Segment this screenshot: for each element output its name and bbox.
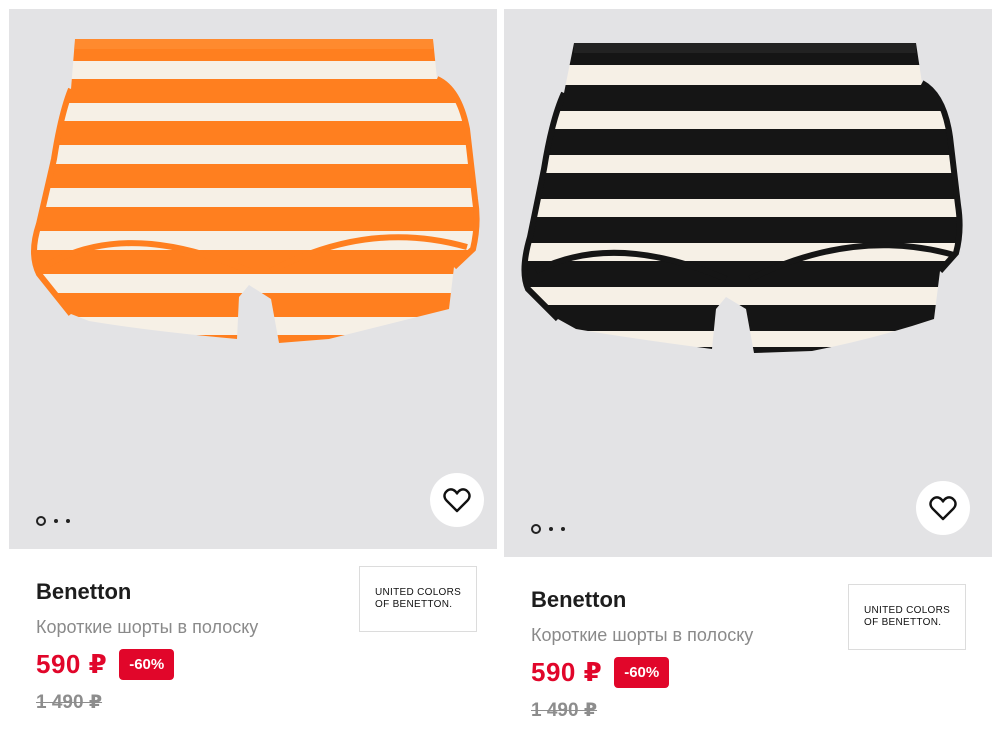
heart-outline-icon — [929, 496, 957, 521]
carousel-dots[interactable] — [531, 524, 565, 534]
brand-name[interactable]: Benetton — [36, 579, 131, 605]
old-price: 1 490 ₽ — [531, 700, 598, 721]
carousel-dots[interactable] — [36, 516, 70, 526]
carousel-dot[interactable] — [66, 519, 70, 523]
carousel-dot[interactable] — [561, 527, 565, 531]
brand-logo[interactable]: UNITED COLORS OF BENETTON. — [848, 584, 966, 650]
current-price: 590 ₽ — [36, 649, 108, 679]
carousel-dot[interactable] — [54, 519, 58, 523]
striped-shorts-black-image — [521, 43, 963, 353]
discount-badge: -60% — [614, 657, 670, 688]
product-title[interactable]: Короткие шорты в полоску — [531, 625, 753, 646]
brand-logo-line-2: OF BENETTON. — [375, 599, 453, 610]
product-title[interactable]: Короткие шорты в полоску — [36, 617, 258, 638]
current-price: 590 ₽ — [531, 657, 603, 687]
carousel-dot-active[interactable] — [36, 516, 46, 526]
product-info: Benetton Короткие шорты в полоску 590 ₽ … — [9, 549, 497, 739]
brand-logo-line-1: UNITED COLORS — [864, 605, 951, 616]
striped-shorts-orange-image — [31, 39, 480, 343]
product-photo[interactable] — [9, 9, 497, 549]
brand-logo-line-2: OF BENETTON. — [864, 617, 942, 628]
brand-logo[interactable]: UNITED COLORS OF BENETTON. — [359, 566, 477, 632]
product-card[interactable]: Benetton Короткие шорты в полоску 590 ₽ … — [9, 9, 497, 739]
product-photo[interactable] — [504, 9, 992, 557]
price-row: 590 ₽ -60% — [36, 649, 175, 680]
carousel-dot-active[interactable] — [531, 524, 541, 534]
carousel-dot[interactable] — [549, 527, 553, 531]
product-info: Benetton Короткие шорты в полоску 590 ₽ … — [504, 557, 992, 747]
brand-logo-line-1: UNITED COLORS — [375, 587, 462, 598]
discount-badge: -60% — [119, 649, 175, 680]
old-price: 1 490 ₽ — [36, 692, 103, 713]
favorite-button[interactable] — [430, 473, 484, 527]
favorite-button[interactable] — [916, 481, 970, 535]
heart-outline-icon — [443, 488, 471, 513]
brand-name[interactable]: Benetton — [531, 587, 626, 613]
price-row: 590 ₽ -60% — [531, 657, 670, 688]
product-card[interactable]: Benetton Короткие шорты в полоску 590 ₽ … — [504, 9, 992, 747]
